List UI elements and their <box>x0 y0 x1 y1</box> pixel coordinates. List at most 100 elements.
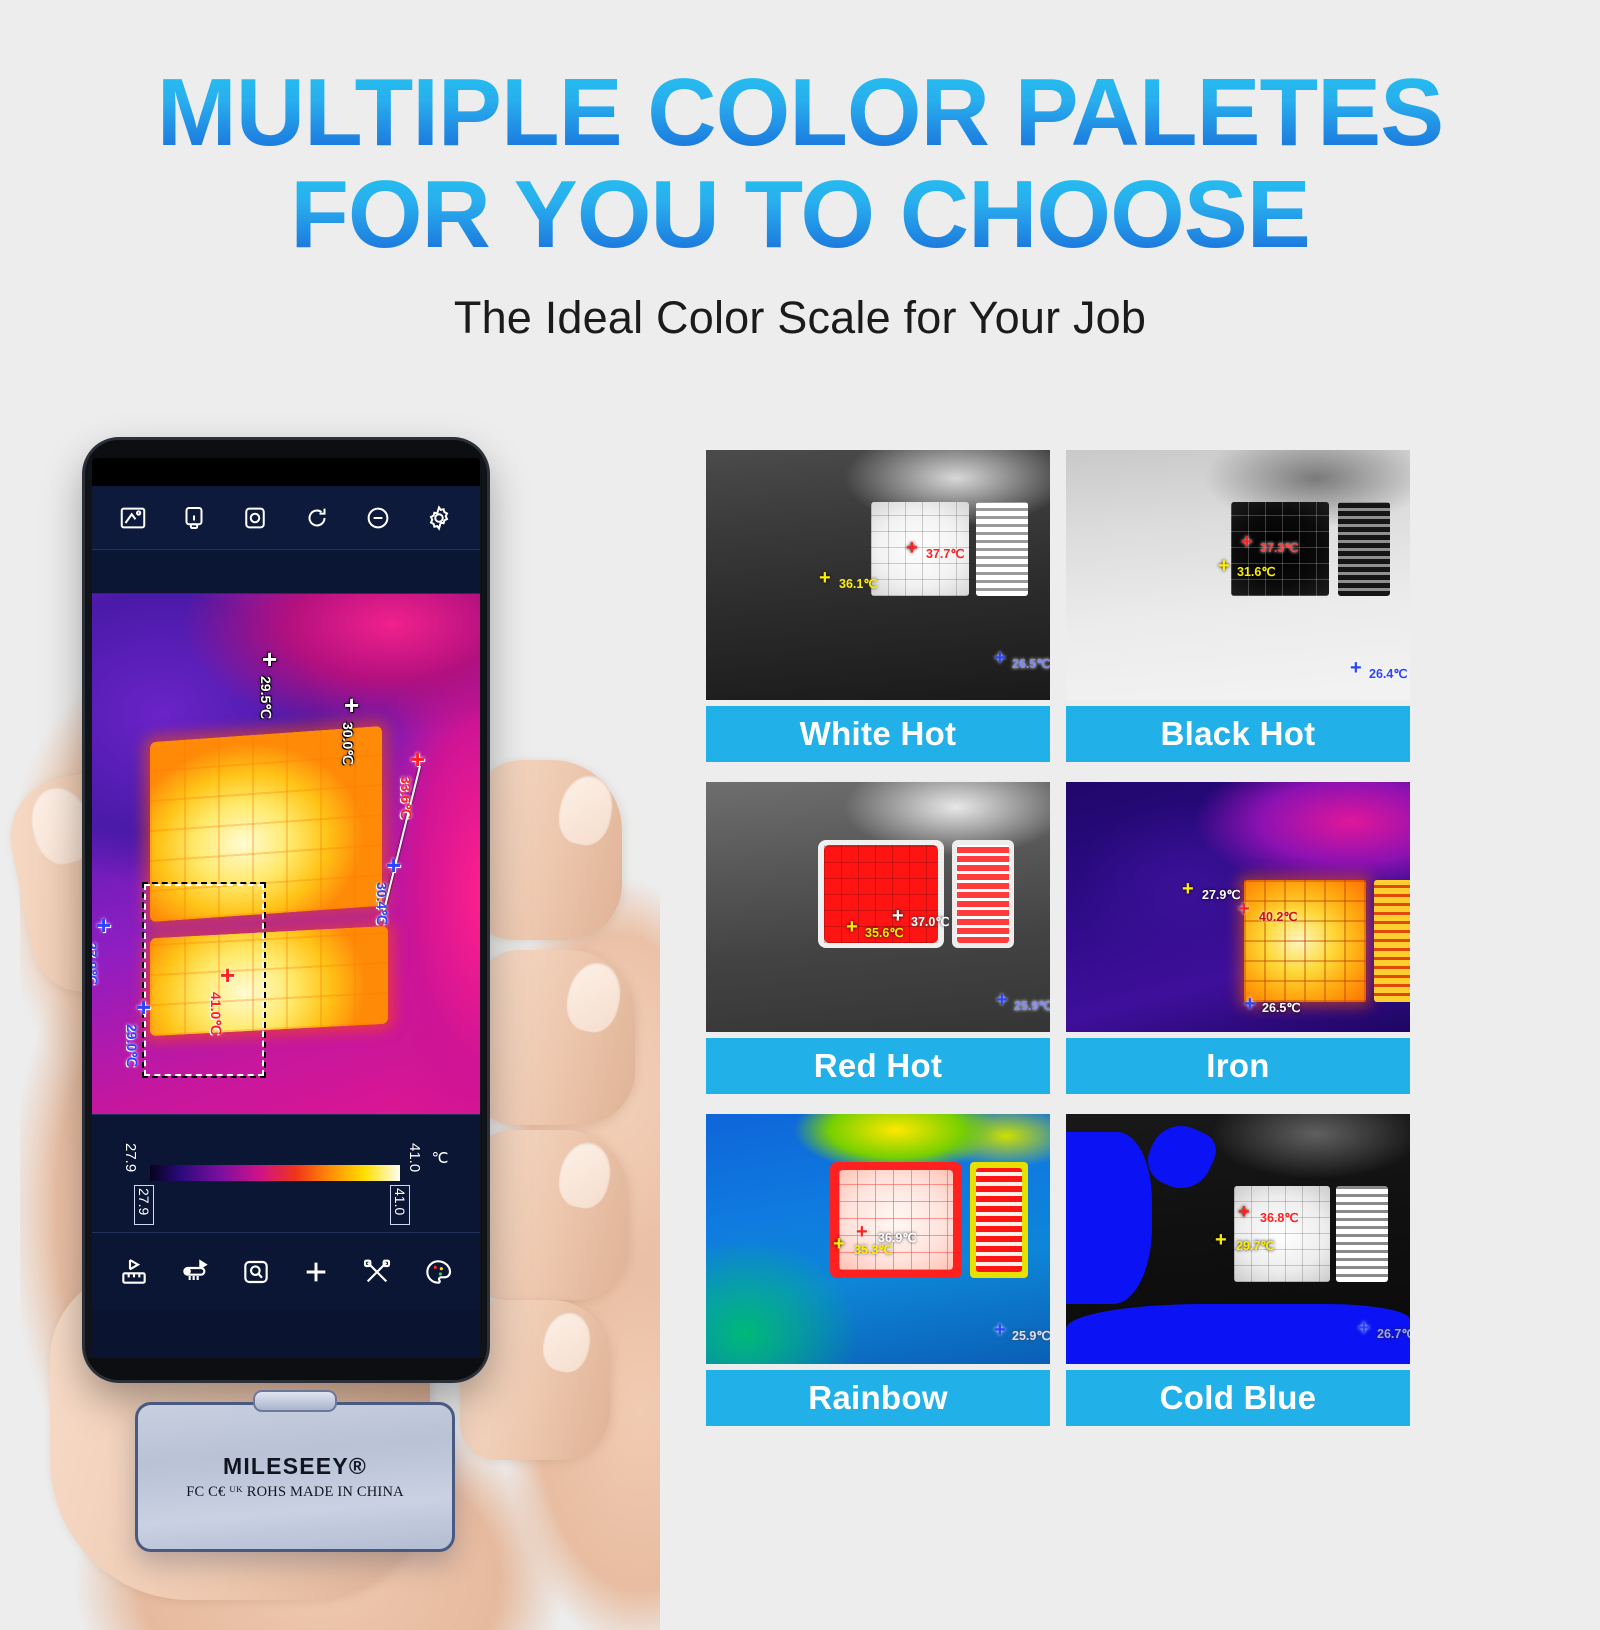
thermometer-icon[interactable] <box>179 1256 211 1288</box>
marker-33-6-label: 33.6℃ <box>398 776 414 819</box>
marker-cross-3: + <box>996 989 1008 1011</box>
marker-label-1: 37.0℃ <box>911 915 950 929</box>
palette-card-rainbow[interactable]: + 36.9℃ + 35.3℃ + 25.9℃ Rainbow <box>706 1114 1050 1426</box>
palette-card-cold-blue[interactable]: + 36.8℃ + 29.7℃ + 26.7℃ Cold Blue <box>1066 1114 1410 1426</box>
marker-label-3: 25.9℃ <box>1014 999 1050 1013</box>
marker-29-5-label: 29.5℃ <box>258 676 274 719</box>
camera-icon[interactable] <box>240 503 270 533</box>
marker-label-1: 37.7℃ <box>926 547 965 561</box>
palette-card-red-hot[interactable]: + 37.0℃ + 35.6℃ + 25.9℃ Red Hot <box>706 782 1050 1094</box>
palette-card-white-hot[interactable]: + 37.7℃ + 36.1℃ + 26.5℃ White Hot <box>706 450 1050 762</box>
marker-cross-1: + <box>1238 1201 1250 1223</box>
palette-label-black-hot: Black Hot <box>1066 706 1410 762</box>
marker-cross-3: + <box>1358 1317 1370 1339</box>
color-scale-gradient-bar[interactable] <box>150 1165 400 1181</box>
settings-gear-icon[interactable] <box>424 503 454 533</box>
marker-label-3: 26.4℃ <box>1369 667 1408 681</box>
marker-cross-1: + <box>906 537 918 559</box>
module-certification-text: FC C€ ᵁᴷ ROHS MADE IN CHINA <box>186 1484 404 1500</box>
marker-cross-1: + <box>1182 878 1194 900</box>
marker-27-9-cross: + <box>96 910 112 940</box>
marker-label-1: 27.9℃ <box>1202 888 1241 902</box>
marker-label-3: 26.7℃ <box>1377 1327 1410 1341</box>
marker-cross-3: + <box>1244 993 1256 1015</box>
marker-cross-3: + <box>994 1319 1006 1341</box>
page-title-line-1: MULTIPLE COLOR PALETES <box>0 62 1600 164</box>
thermal-camera-module: MILESEEY® FC C€ ᵁᴷ ROHS MADE IN CHINA <box>135 1390 455 1552</box>
ac-unit-side <box>976 502 1028 596</box>
marker-label-2: 36.1℃ <box>839 577 878 591</box>
marker-label-3: 25.9℃ <box>1012 1329 1050 1343</box>
phone-bottom-bezel <box>85 1358 487 1380</box>
marker-cross-2: + <box>1215 1229 1227 1251</box>
marker-cross-2: + <box>819 567 831 589</box>
add-point-icon[interactable] <box>300 1256 332 1288</box>
palette-label-red-hot: Red Hot <box>706 1038 1050 1094</box>
app-secondary-strip <box>92 550 480 594</box>
marker-cross-1: + <box>856 1221 868 1243</box>
marker-cross-2: + <box>846 916 858 938</box>
ac-unit-side <box>1374 880 1410 1002</box>
scale-max-input[interactable]: 41.0 <box>390 1185 410 1225</box>
marker-cross-1: + <box>892 905 904 927</box>
marker-30-0-label: 30.0℃ <box>340 722 356 765</box>
scale-max-label: 41.0 <box>406 1143 423 1173</box>
rotate-icon[interactable] <box>302 503 332 533</box>
palette-icon[interactable] <box>422 1256 454 1288</box>
marker-cross-2: + <box>833 1233 845 1255</box>
palette-card-black-hot[interactable]: + 37.3℃ + 31.6℃ + 26.4℃ Black Hot <box>1066 450 1410 762</box>
palette-preview-iron: + 27.9℃ + 40.2℃ + 26.5℃ <box>1066 782 1410 1032</box>
marker-cross-2: + <box>1218 555 1230 577</box>
marker-label-1: 37.3℃ <box>1260 541 1299 555</box>
marker-30-4-label: 30.4℃ <box>374 882 390 925</box>
page-header: MULTIPLE COLOR PALETES FOR YOU TO CHOOSE… <box>0 0 1600 344</box>
minus-circle-icon[interactable] <box>363 503 393 533</box>
marker-cross-3: + <box>994 647 1006 669</box>
marker-label-2: 35.3℃ <box>854 1243 893 1257</box>
marker-cross-3: + <box>1350 657 1362 679</box>
marker-label-2: 29.7℃ <box>1236 1239 1275 1253</box>
marker-29-0-label: 29.0℃ <box>124 1024 140 1067</box>
palette-preview-red-hot: + 37.0℃ + 35.6℃ + 25.9℃ <box>706 782 1050 1032</box>
marker-label-3: 26.5℃ <box>1012 657 1050 671</box>
marker-label-2: 35.6℃ <box>865 926 904 940</box>
marker-label-3: 26.5℃ <box>1262 1001 1301 1015</box>
marker-29-5-cross: + <box>262 644 278 674</box>
ac-unit-side <box>1336 1186 1388 1282</box>
page-subtitle: The Ideal Color Scale for Your Job <box>453 291 1147 343</box>
palette-label-cold-blue: Cold Blue <box>1066 1370 1410 1426</box>
selection-box[interactable] <box>142 882 266 1078</box>
tools-icon[interactable] <box>361 1256 393 1288</box>
marker-30-0-cross: + <box>344 690 360 720</box>
marker-cross-2: + <box>1238 898 1250 920</box>
palette-label-white-hot: White Hot <box>706 706 1050 762</box>
ac-unit-side-coils <box>976 1168 1022 1272</box>
marker-30-4-cross: + <box>386 850 402 880</box>
status-bar <box>92 458 480 486</box>
ac-unit-body <box>1244 880 1366 1002</box>
temperature-scale-section: 27.9 41.0 ℃ 27.9 41.0 <box>92 1114 480 1232</box>
live-thermal-view[interactable]: + 29.5℃ + 30.0℃ + 33.6℃ + 30.4℃ + 27.9℃ … <box>92 594 480 1114</box>
app-top-toolbar <box>92 486 480 550</box>
ac-unit-side <box>957 845 1009 943</box>
cold-region-left <box>1066 1132 1152 1304</box>
page-title-line-2: FOR YOU TO CHOOSE <box>0 163 1600 266</box>
palette-label-rainbow: Rainbow <box>706 1370 1050 1426</box>
marker-label-1: 36.8℃ <box>1260 1211 1299 1225</box>
app-bottom-toolbar <box>92 1232 480 1310</box>
marker-label-2: 40.2℃ <box>1259 910 1298 924</box>
screen-mode-icon[interactable] <box>179 503 209 533</box>
measure-ruler-icon[interactable] <box>118 1256 150 1288</box>
palette-card-iron[interactable]: + 27.9℃ + 40.2℃ + 26.5℃ Iron <box>1066 782 1410 1094</box>
image-mode-icon[interactable] <box>118 503 148 533</box>
phone-in-hand-stage: + 29.5℃ + 30.0℃ + 33.6℃ + 30.4℃ + 27.9℃ … <box>0 400 700 1630</box>
palette-preview-white-hot: + 37.7℃ + 36.1℃ + 26.5℃ <box>706 450 1050 700</box>
ac-unit-side <box>1338 502 1390 596</box>
magnifier-icon[interactable] <box>240 1256 272 1288</box>
phone-top-bezel <box>85 440 487 458</box>
marker-41-0-cross: + <box>220 960 236 990</box>
palette-preview-cold-blue: + 36.8℃ + 29.7℃ + 26.7℃ <box>1066 1114 1410 1364</box>
scale-min-input[interactable]: 27.9 <box>134 1185 154 1225</box>
usb-c-connector <box>253 1390 337 1412</box>
marker-33-6-cross: + <box>410 744 426 774</box>
